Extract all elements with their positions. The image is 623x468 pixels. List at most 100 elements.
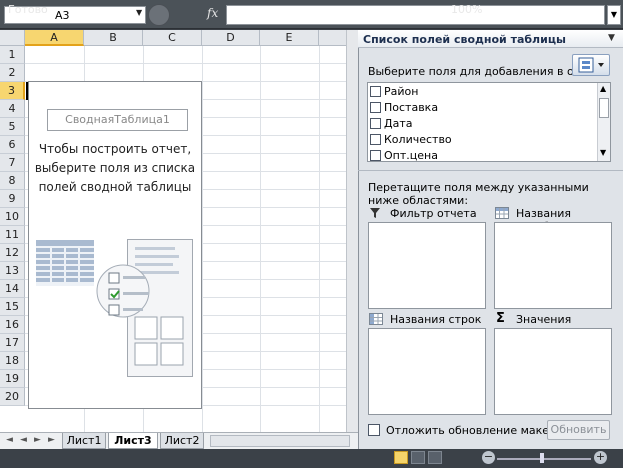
scroll-down-icon[interactable]: ▼ [600, 148, 606, 157]
zoom-slider[interactable] [497, 458, 591, 460]
gridline [202, 46, 203, 432]
row-header-14[interactable]: 14 [0, 280, 25, 298]
gridline [25, 63, 346, 64]
row-header-1[interactable]: 1 [0, 46, 25, 64]
defer-update-checkbox[interactable] [368, 424, 380, 436]
column-labels-area[interactable] [494, 222, 612, 309]
row-header-2[interactable]: 2 [0, 64, 25, 82]
sheet-tab-2[interactable]: Лист2 [160, 433, 204, 449]
row-header-6[interactable]: 6 [0, 136, 25, 154]
row-header-18[interactable]: 18 [0, 352, 25, 370]
page-layout-view-icon[interactable] [411, 451, 425, 464]
layout-illustration-icon [96, 247, 184, 366]
sheet-tabs-bar: ◄ ◄ ► ► Лист1 Лист3 Лист2 [0, 432, 358, 449]
report-filter-area[interactable] [368, 222, 486, 309]
pivot-table-illustration-icon [36, 240, 94, 286]
sheet-tab-1[interactable]: Лист1 [62, 433, 106, 449]
row-header-10[interactable]: 10 [0, 208, 25, 226]
field-checkbox[interactable] [370, 86, 381, 97]
update-button[interactable]: Обновить [547, 420, 610, 440]
row-header-17[interactable]: 17 [0, 334, 25, 352]
zoom-slider-thumb[interactable] [540, 453, 544, 463]
formula-input[interactable] [226, 5, 605, 25]
row-header-4[interactable]: 4 [0, 100, 25, 118]
defer-update-label: Отложить обновление макета [386, 424, 563, 437]
field-label: Район [384, 85, 419, 98]
field-item[interactable]: Опт.цена [370, 149, 438, 165]
gridline [319, 46, 320, 432]
column-header-f[interactable] [319, 30, 346, 46]
chevron-down-icon[interactable]: ▼ [136, 8, 142, 17]
field-checkbox[interactable] [370, 150, 381, 161]
panel-menu-icon[interactable]: ▼ [608, 33, 615, 43]
row-header-12[interactable]: 12 [0, 244, 25, 262]
sheet-tab-3[interactable]: Лист3 [108, 433, 158, 449]
expand-formula-bar-icon[interactable]: ▼ [607, 5, 621, 25]
drag-fields-label: Перетащите поля между указанными ниже об… [368, 181, 589, 207]
layout-icon [578, 57, 604, 73]
choose-fields-label: Выберите поля для добавления в отчет: [368, 65, 604, 78]
page-break-view-icon[interactable] [428, 451, 442, 464]
row-header-3[interactable]: 3 [0, 82, 25, 100]
field-checkbox[interactable] [370, 134, 381, 145]
scroll-thumb[interactable] [599, 98, 609, 118]
column-header-c[interactable]: C [143, 30, 202, 46]
field-list[interactable]: Район Поставка Дата Количество Опт.цена [367, 82, 611, 162]
column-header-b[interactable]: B [84, 30, 143, 46]
row-header-7[interactable]: 7 [0, 154, 25, 172]
horizontal-scrollbar[interactable] [210, 435, 350, 447]
field-item[interactable]: Дата [370, 117, 412, 133]
report-filter-label: Фильтр отчета [390, 207, 477, 220]
pivot-instruction-text: Чтобы построить отчет, выберите поля из … [34, 142, 196, 194]
values-label: Значения [516, 313, 572, 326]
row-header-13[interactable]: 13 [0, 262, 25, 280]
panel-title: Список полей сводной таблицы [358, 30, 623, 48]
filter-icon [370, 208, 380, 218]
row-header-20[interactable]: 20 [0, 388, 25, 406]
zoom-in-icon[interactable]: + [594, 451, 607, 464]
zoom-level[interactable]: 100% [451, 3, 482, 16]
next-sheet-icon[interactable]: ► [34, 435, 41, 445]
field-label: Дата [384, 117, 413, 130]
field-checkbox[interactable] [370, 102, 381, 113]
row-labels-label: Названия строк [390, 313, 482, 326]
column-header-e[interactable]: E [260, 30, 319, 46]
row-header-11[interactable]: 11 [0, 226, 25, 244]
pivot-table-name: СводнаяТаблица1 [47, 109, 188, 131]
row-header-15[interactable]: 15 [0, 298, 25, 316]
formula-bar-collapse-handle[interactable] [148, 4, 170, 26]
row-labels-area[interactable] [368, 328, 486, 415]
field-item[interactable]: Район [370, 85, 418, 101]
column-header-d[interactable]: D [202, 30, 260, 46]
gridline [260, 46, 261, 432]
row-header-9[interactable]: 9 [0, 190, 25, 208]
field-label: Количество [384, 133, 452, 146]
first-sheet-icon[interactable]: ◄ [6, 435, 13, 445]
insert-function-icon[interactable]: fx [207, 6, 218, 20]
field-item[interactable]: Количество [370, 133, 452, 149]
vertical-scrollbar[interactable] [346, 30, 358, 432]
values-area[interactable] [494, 328, 612, 415]
field-layout-button[interactable] [572, 54, 610, 76]
last-sheet-icon[interactable]: ► [48, 435, 55, 445]
zoom-out-icon[interactable]: − [482, 451, 495, 464]
sigma-icon: Σ [496, 311, 505, 326]
normal-view-icon[interactable] [394, 451, 408, 464]
scroll-up-icon[interactable]: ▲ [600, 84, 606, 93]
field-item[interactable]: Поставка [370, 101, 438, 117]
prev-sheet-icon[interactable]: ◄ [20, 435, 27, 445]
divider [358, 170, 623, 171]
field-checkbox[interactable] [370, 118, 381, 129]
select-all-corner[interactable] [0, 30, 25, 46]
row-header-16[interactable]: 16 [0, 316, 25, 334]
field-label: Поставка [384, 101, 439, 114]
row-header-8[interactable]: 8 [0, 172, 25, 190]
field-list-scrollbar[interactable]: ▲ ▼ [597, 83, 610, 161]
column-header-a[interactable]: A [25, 30, 84, 46]
row-header-5[interactable]: 5 [0, 118, 25, 136]
row-header-19[interactable]: 19 [0, 370, 25, 388]
field-label: Опт.цена [384, 149, 438, 162]
columns-icon [495, 207, 509, 219]
status-text: Готово [8, 3, 48, 16]
rows-icon [369, 313, 383, 325]
